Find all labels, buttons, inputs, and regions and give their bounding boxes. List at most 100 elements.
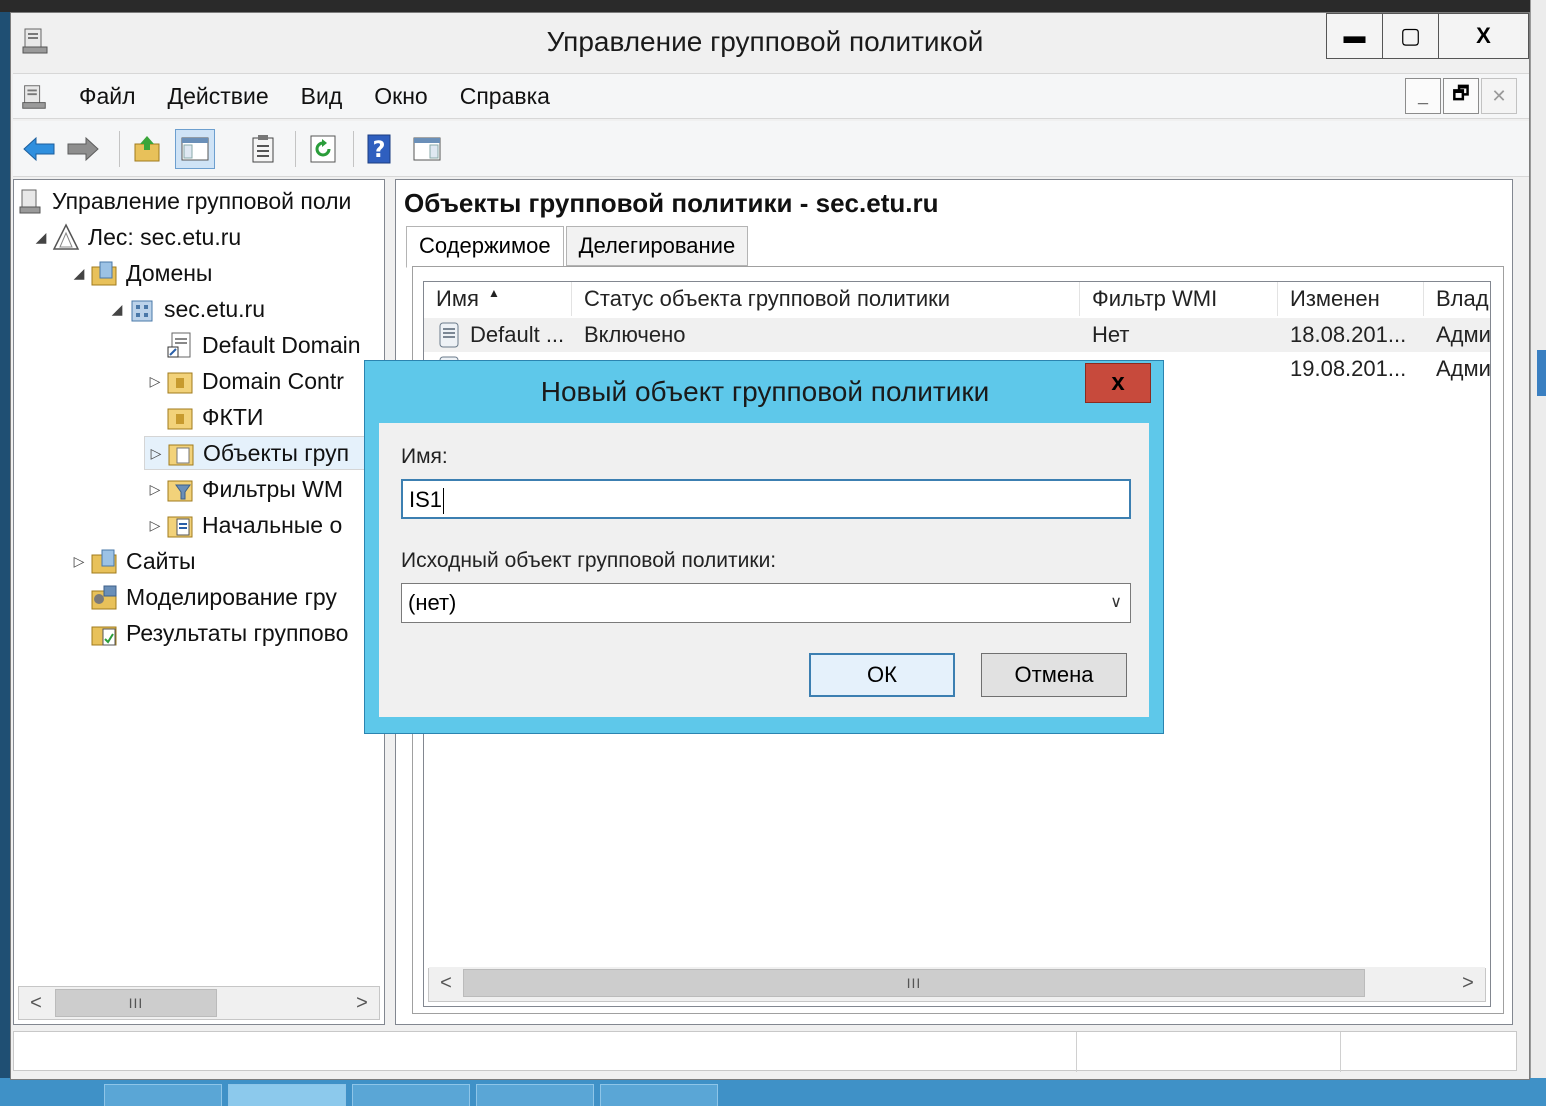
status-bar-divider [1076,1032,1077,1072]
console-tree[interactable]: Управление групповой поли ◢ Лес: sec.etu… [13,179,385,1025]
source-gpo-select[interactable]: (нет) ∨ [401,583,1131,623]
new-gpo-dialog: Новый объект групповой политики x Имя: I… [364,360,1164,734]
up-level-button[interactable] [127,129,167,169]
taskbar-button-app4[interactable] [476,1084,594,1106]
title-bar: Управление групповой политикой ▬ ▢ X [11,13,1529,71]
result-tabs: Содержимое Делегирование [406,226,750,268]
collapse-icon[interactable]: ◢ [30,229,52,246]
cancel-button[interactable]: Отмена [981,653,1127,697]
tree-item-gpm-root[interactable]: Управление групповой поли [16,184,351,218]
background-window-edge [1530,0,1546,1080]
tree-item-label: Управление групповой поли [52,187,352,214]
menu-bar: Файл Действие Вид Окно Справка _ 🗗 ✕ [13,73,1529,119]
tree-item-gp-modeling[interactable]: Моделирование гру [68,580,337,614]
gpo-link-icon [167,332,191,358]
column-header-owner[interactable]: Влад [1424,282,1490,316]
tree-item-label: Сайты [126,547,196,574]
close-button[interactable]: X [1439,13,1529,59]
expand-icon[interactable]: ▷ [144,481,166,498]
column-header-modified[interactable]: Изменен [1278,282,1424,316]
expand-icon[interactable]: ▷ [145,445,167,462]
mdi-minimize-button[interactable]: _ [1405,78,1441,114]
refresh-button[interactable] [303,129,343,169]
forward-button[interactable] [63,129,103,169]
forward-arrow-icon [67,136,99,162]
show-hide-tree-button[interactable] [175,129,215,169]
column-header-wmi-filter[interactable]: Фильтр WMI [1080,282,1278,316]
starter-gpo-folder-icon [167,516,193,538]
tree-item-label: Начальные о [202,511,343,538]
ou-folder-icon [167,408,193,430]
maximize-button[interactable]: ▢ [1383,13,1439,59]
help-button[interactable]: ? [359,129,399,169]
collapse-icon[interactable]: ◢ [68,265,90,282]
show-hide-tree-icon [181,137,209,161]
dialog-title: Новый объект групповой политики [540,376,990,407]
mmc-system-menu-icon[interactable] [19,82,49,112]
action-pane-button[interactable] [407,129,447,169]
tree-item-gpo-container[interactable]: ▷ Объекты груп [144,436,384,470]
taskbar-button-app5[interactable] [600,1084,718,1106]
menu-help[interactable]: Справка [444,74,566,120]
menu-view[interactable]: Вид [285,74,359,120]
tab-delegation[interactable]: Делегирование [565,226,749,266]
collapse-icon[interactable]: ◢ [106,301,128,318]
tree-item-domains[interactable]: ◢ Домены [68,256,212,290]
source-gpo-label: Исходный объект групповой политики: [401,549,777,572]
tree-item-gp-results[interactable]: Результаты группово [68,616,348,650]
tab-contents[interactable]: Содержимое [406,226,564,268]
taskbar-button-app3[interactable] [352,1084,470,1106]
list-horizontal-scrollbar[interactable]: < III > [428,967,1486,1002]
ou-folder-icon [167,372,193,394]
scroll-thumb[interactable]: III [463,969,1365,997]
expand-icon[interactable]: ▷ [144,373,166,390]
tree-item-label: Domain Contr [202,367,344,394]
gpo-scroll-icon [439,322,459,348]
table-row[interactable]: Default ... Включено Нет 18.08.201... Ад… [424,318,1490,352]
tree-item-wmi-filters[interactable]: ▷ Фильтры WM [144,472,343,506]
toolbar-separator [295,131,296,167]
result-pane-heading: Объекты групповой политики - sec.etu.ru [404,188,939,218]
gpo-name-input[interactable]: IS1 [401,479,1131,519]
taskbar-button-gpmc[interactable] [228,1084,346,1106]
tree-item-label: Лес: sec.etu.ru [88,223,242,250]
back-arrow-icon [23,136,55,162]
scroll-thumb[interactable]: III [55,989,217,1017]
tree-item-label: Default Domain [202,331,361,358]
tree-item-domain-controllers[interactable]: ▷ Domain Contr [144,364,344,398]
menu-window[interactable]: Окно [358,74,443,120]
gpo-folder-icon [168,444,194,466]
list-header: Имя ▲ Статус объекта групповой политики Ф… [424,282,1490,316]
column-header-name[interactable]: Имя ▲ [424,282,572,316]
tree-item-sites[interactable]: ▷ Сайты [68,544,196,578]
tree-item-label: sec.etu.ru [164,295,265,322]
tree-item-default-domain-policy[interactable]: Default Domain [144,328,361,362]
mdi-controls: _ 🗗 ✕ [1403,78,1517,114]
taskbar-button-explorer[interactable] [104,1084,222,1106]
domains-folder-icon [91,261,117,286]
menu-action[interactable]: Действие [152,74,285,120]
scroll-left-button[interactable]: < [429,967,463,999]
tree-item-forest[interactable]: ◢ Лес: sec.etu.ru [30,220,241,254]
tree-item-starter-gpos[interactable]: ▷ Начальные о [144,508,342,542]
menu-file[interactable]: Файл [63,74,152,120]
cell-name: Default ... [424,318,572,352]
scroll-right-button[interactable]: > [1451,967,1485,999]
scroll-left-button[interactable]: < [19,987,53,1019]
gpmc-root-icon [19,189,41,214]
cell-name-label: Default ... [470,322,565,347]
column-header-status[interactable]: Статус объекта групповой политики [572,282,1080,316]
tree-item-fkti[interactable]: ФКТИ [144,400,263,434]
dialog-close-button[interactable]: x [1085,363,1151,403]
tree-item-domain-sec[interactable]: ◢ sec.etu.ru [106,292,265,326]
tree-horizontal-scrollbar[interactable]: < III > [18,986,380,1020]
mdi-close-button[interactable]: ✕ [1481,78,1517,114]
scroll-right-button[interactable]: > [345,987,379,1019]
export-list-button[interactable] [243,129,283,169]
mdi-restore-button[interactable]: 🗗 [1443,78,1479,114]
back-button[interactable] [19,129,59,169]
expand-icon[interactable]: ▷ [68,553,90,570]
minimize-button[interactable]: ▬ [1327,13,1383,59]
ok-button[interactable]: ОК [809,653,955,697]
expand-icon[interactable]: ▷ [144,517,166,534]
